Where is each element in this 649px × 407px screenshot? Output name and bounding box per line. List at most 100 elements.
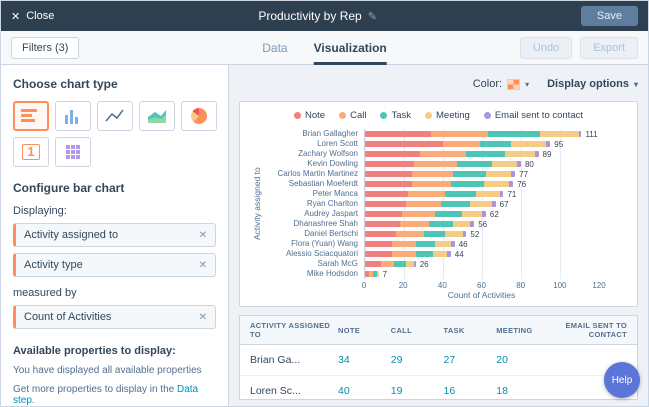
stacked-bar[interactable] <box>365 191 504 197</box>
bar-segment-call[interactable] <box>405 201 442 207</box>
bar-segment-task[interactable] <box>394 261 406 267</box>
bar-segment-call[interactable] <box>411 181 451 187</box>
bar-segment-note[interactable] <box>365 261 381 267</box>
bar-segment-meeting[interactable] <box>470 201 492 207</box>
bar-segment-note[interactable] <box>365 211 403 217</box>
stacked-bar[interactable] <box>365 141 551 147</box>
bar-segment-email-sent-to-contact[interactable] <box>462 231 467 237</box>
bar-segment-task[interactable] <box>423 231 445 237</box>
legend-item[interactable]: Call <box>339 110 366 121</box>
bar-segment-email-sent-to-contact[interactable] <box>499 191 504 197</box>
close-button[interactable]: ✕ Close <box>11 10 54 23</box>
color-dropdown[interactable]: Color: ▾ <box>473 78 529 90</box>
chart-type-horizontal-bar[interactable] <box>13 101 49 131</box>
legend-item[interactable]: Task <box>380 110 411 121</box>
display-options-dropdown[interactable]: Display options ▾ <box>547 78 638 90</box>
remove-icon[interactable]: ✕ <box>199 312 207 323</box>
bar-segment-meeting[interactable] <box>485 171 512 177</box>
bar-segment-task[interactable] <box>441 201 471 207</box>
bar-segment-meeting[interactable] <box>476 191 500 197</box>
table-cell-value[interactable]: 16 <box>444 385 497 397</box>
table-cell-value[interactable]: 19 <box>391 385 444 397</box>
export-button[interactable]: Export <box>580 36 638 59</box>
bar-segment-meeting[interactable] <box>511 141 547 147</box>
bar-segment-task[interactable] <box>429 221 453 227</box>
table-cell-value[interactable]: 27 <box>444 354 497 366</box>
chart-type-line[interactable] <box>97 101 133 131</box>
bar-segment-note[interactable] <box>365 241 393 247</box>
bar-segment-meeting[interactable] <box>540 131 580 137</box>
stacked-bar[interactable] <box>365 271 379 277</box>
bar-segment-meeting[interactable] <box>462 211 482 217</box>
bar-segment-meeting[interactable] <box>435 241 451 247</box>
chart-type-area[interactable] <box>139 101 175 131</box>
bar-segment-email-sent-to-contact[interactable] <box>509 181 514 187</box>
bar-segment-call[interactable] <box>411 171 453 177</box>
bar-segment-email-sent-to-contact[interactable] <box>413 261 416 267</box>
legend-item[interactable]: Note <box>294 110 325 121</box>
bar-segment-call[interactable] <box>443 141 481 147</box>
bar-segment-meeting[interactable] <box>505 151 535 157</box>
bar-segment-task[interactable] <box>415 241 436 247</box>
stacked-bar[interactable] <box>365 181 514 187</box>
filters-button[interactable]: Filters (3) <box>11 36 80 59</box>
chart-type-table[interactable] <box>55 137 91 167</box>
bar-segment-meeting[interactable] <box>483 181 510 187</box>
undo-button[interactable]: Undo <box>519 36 573 59</box>
table-cell-value[interactable]: 40 <box>338 385 391 397</box>
stacked-bar[interactable] <box>365 131 582 137</box>
tab-visualization[interactable]: Visualization <box>313 31 387 65</box>
stacked-bar[interactable] <box>365 241 455 247</box>
bar-segment-email-sent-to-contact[interactable] <box>534 151 539 157</box>
field-count-of-activities[interactable]: Count of Activities ✕ <box>13 305 216 329</box>
bar-segment-note[interactable] <box>365 221 401 227</box>
bar-segment-call[interactable] <box>400 221 430 227</box>
table-cell-value[interactable]: 20 <box>496 354 549 366</box>
bar-segment-email-sent-to-contact[interactable] <box>470 221 475 227</box>
remove-icon[interactable]: ✕ <box>199 260 207 271</box>
bar-segment-meeting[interactable] <box>491 161 518 167</box>
field-activity-type[interactable]: Activity type ✕ <box>13 253 216 277</box>
bar-segment-call[interactable] <box>431 131 488 137</box>
bar-segment-meeting[interactable] <box>405 261 414 267</box>
bar-segment-meeting[interactable] <box>433 251 447 257</box>
bar-segment-note[interactable] <box>365 251 393 257</box>
bar-segment-note[interactable] <box>365 131 432 137</box>
bar-segment-email-sent-to-contact[interactable] <box>450 241 455 247</box>
chart-type-pie[interactable] <box>181 101 217 131</box>
stacked-bar[interactable] <box>365 161 521 167</box>
bar-segment-call[interactable] <box>402 211 436 217</box>
bar-segment-email-sent-to-contact[interactable] <box>446 251 451 257</box>
bar-segment-email-sent-to-contact[interactable] <box>511 171 516 177</box>
tab-data[interactable]: Data <box>262 31 287 65</box>
bar-segment-email-sent-to-contact[interactable] <box>517 161 521 167</box>
remove-icon[interactable]: ✕ <box>199 230 207 241</box>
bar-segment-task[interactable] <box>450 181 484 187</box>
bar-segment-meeting[interactable] <box>376 271 379 277</box>
stacked-bar[interactable] <box>365 251 451 257</box>
save-button[interactable]: Save <box>580 6 638 26</box>
bar-segment-note[interactable] <box>365 191 408 197</box>
bar-segment-task[interactable] <box>466 151 506 157</box>
stacked-bar[interactable] <box>365 171 516 177</box>
stacked-bar[interactable] <box>365 211 486 217</box>
bar-segment-call[interactable] <box>407 191 445 197</box>
bar-segment-task[interactable] <box>480 141 512 147</box>
bar-segment-email-sent-to-contact[interactable] <box>491 201 496 207</box>
bar-segment-task[interactable] <box>444 191 477 197</box>
chart-type-summary[interactable]: 1 <box>13 137 49 167</box>
bar-segment-note[interactable] <box>365 201 406 207</box>
stacked-bar[interactable] <box>365 261 416 267</box>
table-cell-value[interactable]: 29 <box>391 354 444 366</box>
bar-segment-note[interactable] <box>365 151 420 157</box>
stacked-bar[interactable] <box>365 231 467 237</box>
bar-segment-call[interactable] <box>392 241 416 247</box>
bar-segment-call[interactable] <box>413 161 457 167</box>
bar-segment-note[interactable] <box>365 161 414 167</box>
bar-segment-task[interactable] <box>456 161 492 167</box>
bar-segment-email-sent-to-contact[interactable] <box>579 131 582 137</box>
bar-segment-call[interactable] <box>396 231 424 237</box>
chart-type-column[interactable] <box>55 101 91 131</box>
legend-item[interactable]: Email sent to contact <box>483 110 583 121</box>
bar-segment-task[interactable] <box>452 171 486 177</box>
